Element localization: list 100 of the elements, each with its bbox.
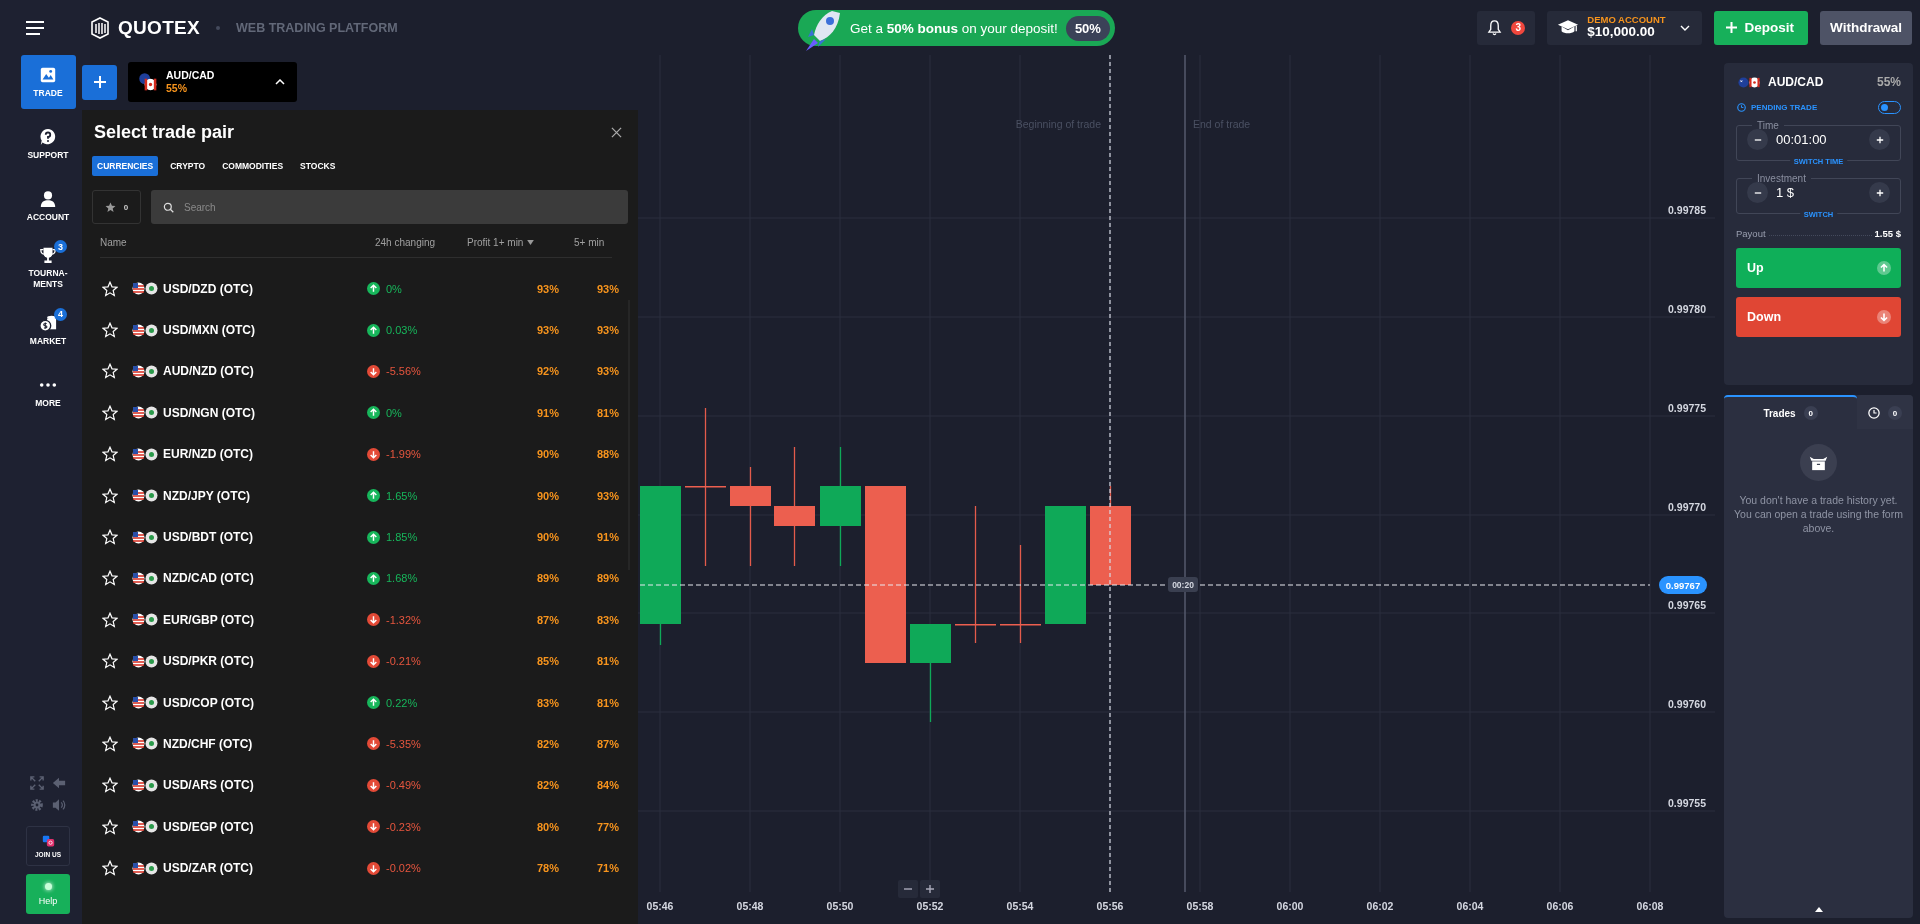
axis-label: 0.99785 <box>1668 204 1706 216</box>
pair-row[interactable]: EUR/GBP (OTC) -1.32% 87% 83% <box>92 599 628 641</box>
pair-row[interactable]: EUR/NZD (OTC) -1.99% 90% 88% <box>92 433 628 475</box>
star-icon[interactable] <box>102 818 118 835</box>
sidebar-item[interactable]: MORE <box>20 365 76 419</box>
plus-icon <box>1875 188 1884 197</box>
star-icon <box>104 201 116 213</box>
search-field[interactable]: Search <box>151 190 628 224</box>
pair-row[interactable]: USD/BDT (OTC) 1.85% 90% 91% <box>92 516 628 558</box>
pair-row[interactable]: NZD/JPY (OTC) 1.65% 90% 93% <box>92 474 628 517</box>
sidebar-item[interactable]: SUPPORT <box>20 117 76 171</box>
zoom-out-button[interactable] <box>898 880 918 898</box>
change-value: -0.49% <box>386 779 421 792</box>
axis-label: 05:48 <box>736 900 764 912</box>
sort-down-icon <box>527 240 535 245</box>
sidebar-item[interactable]: ACCOUNT <box>20 179 76 233</box>
time-value[interactable]: 00:01:00 <box>1776 132 1861 147</box>
flag-pair-icon <box>132 364 158 378</box>
star-icon[interactable] <box>102 322 118 339</box>
column-header[interactable]: 24h changing <box>355 237 455 248</box>
pair-row[interactable]: USD/EGP (OTC) -0.23% 80% 77% <box>92 806 628 848</box>
pair-row[interactable]: NZD/CAD (OTC) 1.68% 89% 89% <box>92 557 628 600</box>
pair-row[interactable]: USD/PKR (OTC) -0.21% 85% 81% <box>92 640 628 682</box>
asset-payout: 55% <box>166 82 188 95</box>
withdrawal-button[interactable]: Withdrawal <box>1820 10 1912 45</box>
clock-icon <box>1868 407 1880 419</box>
zoom-in-button[interactable] <box>920 880 940 898</box>
sidebar-item[interactable]: 4 MARKET <box>20 303 76 357</box>
menu-icon[interactable] <box>25 19 45 36</box>
star-icon[interactable] <box>102 694 118 711</box>
notifications-button[interactable]: 3 <box>1477 10 1536 45</box>
pair-name: USD/ARS (OTC) <box>162 778 255 793</box>
profit-value: 85% <box>535 655 559 668</box>
star-icon[interactable] <box>102 529 118 546</box>
sidebar-item[interactable]: 3 TOURNA-MENTS <box>20 241 76 295</box>
pair-name: NZD/CAD (OTC) <box>162 571 255 586</box>
category-tab[interactable]: CURRENCIES <box>92 156 159 176</box>
star-icon[interactable] <box>102 611 118 628</box>
sidebar-label: TRADE <box>32 87 64 99</box>
fullscreen-icon[interactable] <box>30 776 44 790</box>
increase-button[interactable] <box>1869 182 1890 203</box>
category-tab[interactable]: COMMODITIES <box>217 156 289 176</box>
star-icon[interactable] <box>102 446 118 463</box>
investment-value[interactable]: 1 $ <box>1776 185 1861 200</box>
star-icon[interactable] <box>102 280 118 297</box>
profit-value: 87% <box>535 613 559 626</box>
payout-value: 1.55 $ <box>1874 228 1901 239</box>
star-icon[interactable] <box>102 777 118 794</box>
pair-name: AUD/NZD (OTC) <box>162 364 255 379</box>
brand-name: QUOTEX <box>118 16 201 39</box>
more-icon <box>39 382 57 387</box>
star-icon[interactable] <box>102 860 118 877</box>
profit-value: 84% <box>595 779 619 792</box>
star-icon[interactable] <box>102 570 118 587</box>
increase-button[interactable] <box>1869 129 1890 150</box>
tagline: WEB TRADING PLATFORM <box>236 20 398 35</box>
column-header[interactable]: 5+ min <box>560 237 620 248</box>
star-icon[interactable] <box>102 487 118 504</box>
pair-row[interactable]: USD/COP (OTC) 0.22% 83% 81% <box>92 681 628 724</box>
pair-row[interactable]: AUD/NZD (OTC) -5.56% 92% 93% <box>92 350 628 393</box>
pair-row[interactable]: USD/ARS (OTC) -0.49% 82% 84% <box>92 764 628 807</box>
pair-row[interactable]: USD/ZAR (OTC) -0.02% 78% 71% <box>92 847 628 889</box>
pair-row[interactable]: USD/DZD (OTC) 0% 93% 93% <box>92 268 628 310</box>
pending-trade-label: PENDING TRADE <box>1751 103 1819 112</box>
image-icon <box>39 65 57 84</box>
pair-row[interactable]: USD/MXN (OTC) 0.03% 93% 93% <box>92 309 628 351</box>
expand-up-icon[interactable] <box>1814 907 1823 912</box>
account-button[interactable]: DEMO ACCOUNT $10,000.00 <box>1547 10 1702 45</box>
pair-row[interactable]: USD/NGN (OTC) 0% 91% 81% <box>92 392 628 434</box>
decrease-button[interactable] <box>1747 129 1768 150</box>
star-icon[interactable] <box>102 404 118 421</box>
settings-icon[interactable] <box>30 798 44 812</box>
add-asset-button[interactable] <box>82 64 117 100</box>
star-icon[interactable] <box>102 653 118 670</box>
decrease-button[interactable] <box>1747 182 1768 203</box>
speaker-icon[interactable] <box>52 798 66 812</box>
arrow-left-icon[interactable] <box>52 776 66 790</box>
down-button[interactable]: Down <box>1736 297 1901 337</box>
close-icon[interactable] <box>611 127 622 138</box>
flag-pair-icon <box>132 282 158 296</box>
profit-value: 82% <box>535 779 559 792</box>
column-header[interactable]: Name <box>100 237 355 248</box>
sidebar-label: TOURNA-MENTS <box>27 268 69 290</box>
pair-name: NZD/CHF (OTC) <box>162 737 254 751</box>
axis-label: 06:02 <box>1366 900 1394 912</box>
axis-label: 0.99765 <box>1668 599 1706 611</box>
profit-value: 87% <box>595 738 619 750</box>
profit-value: 89% <box>535 572 559 585</box>
profit-value: 71% <box>595 862 619 875</box>
asset-selector[interactable]: AUD/CAD 55% <box>128 62 297 102</box>
star-icon[interactable] <box>102 736 118 752</box>
sorted-column-header[interactable]: Profit 1+ min <box>455 237 560 248</box>
favorites-button[interactable]: 0 <box>92 190 141 224</box>
category-tab[interactable]: STOCKS <box>295 156 341 176</box>
star-icon[interactable] <box>102 363 118 380</box>
pair-row[interactable]: NZD/CHF (OTC) -5.35% 82% 87% <box>92 723 628 765</box>
history-tab[interactable]: 0 <box>1857 395 1913 429</box>
category-tab[interactable]: CRYPTO <box>165 156 211 176</box>
sidebar-item[interactable]: TRADE <box>20 55 76 109</box>
axis-label: 0.99760 <box>1668 698 1706 710</box>
